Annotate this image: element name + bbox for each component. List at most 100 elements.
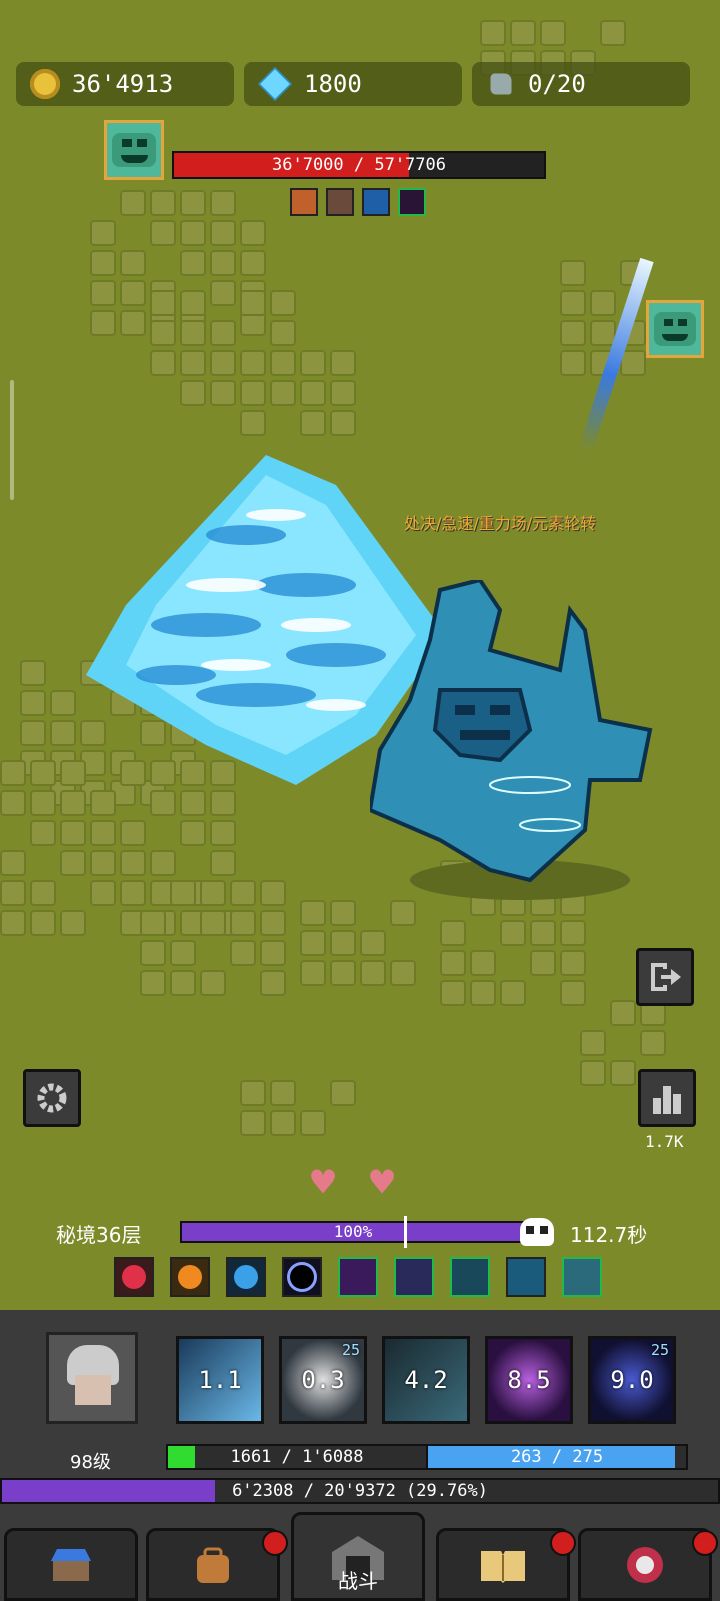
player-mp-bar: 263 / 275 <box>426 1444 688 1470</box>
stone-tile <box>170 880 196 906</box>
stone-tile <box>90 310 116 336</box>
stone-tile <box>210 220 236 246</box>
stats-button[interactable] <box>638 1069 696 1127</box>
stone-tile <box>60 910 86 936</box>
stone-tile <box>170 970 196 996</box>
floor-label: 秘境36层 <box>56 1223 142 1247</box>
skill-slot-4[interactable]: 8.5 <box>485 1336 573 1424</box>
nav-tab-backpack[interactable] <box>146 1528 280 1601</box>
stone-tile <box>580 1060 606 1086</box>
progress-marker <box>404 1216 407 1248</box>
stone-tile <box>270 380 296 406</box>
stone-tile <box>360 930 386 956</box>
stone-tile <box>150 220 176 246</box>
nav-tab-battle[interactable]: 战斗 <box>291 1512 425 1601</box>
stone-tile <box>20 690 46 716</box>
stone-tile <box>260 880 286 906</box>
stone-tile <box>330 960 356 986</box>
ghost-boss[interactable] <box>367 577 660 900</box>
stone-tile <box>90 250 116 276</box>
stone-tile <box>170 940 196 966</box>
stone-tile <box>210 280 236 306</box>
stone-tile <box>560 980 586 1006</box>
enemy-portrait[interactable] <box>646 300 704 358</box>
stone-tile <box>180 790 206 816</box>
exit-button[interactable] <box>636 948 694 1006</box>
bar-chart-icon <box>653 1086 681 1114</box>
stone-tile <box>200 880 226 906</box>
nav-tab-shop[interactable] <box>4 1528 138 1601</box>
stone-tile <box>560 350 586 376</box>
player-level: 98级 <box>70 1452 111 1473</box>
arcane-slash-icon[interactable] <box>338 1257 378 1297</box>
stone-tile <box>230 940 256 966</box>
stone-tile <box>180 380 206 406</box>
water-orb-icon[interactable] <box>226 1257 266 1297</box>
gear-icon <box>37 1083 67 1113</box>
stone-tile <box>150 850 176 876</box>
magic-staff-icon[interactable] <box>394 1257 434 1297</box>
stone-tile <box>90 220 116 246</box>
skull-icon <box>520 1218 554 1246</box>
ore-value: 0/20 <box>528 70 586 98</box>
notification-dot <box>550 1530 576 1556</box>
stone-tile <box>150 350 176 376</box>
stone-tile <box>210 380 236 406</box>
stone-tile <box>150 320 176 346</box>
stone-tile <box>140 910 166 936</box>
ice-spear-icon[interactable] <box>506 1257 546 1297</box>
floor-progress-bar: 100% <box>180 1221 526 1243</box>
stone-tile <box>510 20 536 46</box>
stone-tile <box>300 900 326 926</box>
frost-wave-icon[interactable] <box>450 1257 490 1297</box>
gem-icon <box>258 67 292 101</box>
stone-tile <box>500 980 526 1006</box>
stone-tile <box>600 20 626 46</box>
flame-orb-icon[interactable] <box>170 1257 210 1297</box>
backpack-icon <box>197 1547 229 1583</box>
stone-tile <box>610 1060 636 1086</box>
stone-tile <box>0 850 26 876</box>
floor-progress-text: 100% <box>333 1222 373 1241</box>
stone-tile <box>240 350 266 376</box>
void-buff-icon[interactable] <box>398 188 426 216</box>
stone-tile <box>260 970 286 996</box>
skill-slot-1[interactable]: 1.1 <box>176 1336 264 1424</box>
stone-tile <box>120 850 146 876</box>
boss-portrait[interactable] <box>104 120 164 180</box>
slash-buff-icon[interactable] <box>290 188 318 216</box>
stone-tile <box>240 380 266 406</box>
stone-tile <box>240 290 266 316</box>
skill-slot-2[interactable]: 25 0.3 <box>279 1336 367 1424</box>
stone-tile <box>540 20 566 46</box>
settings-button[interactable] <box>23 1069 81 1127</box>
ice-golem-icon[interactable] <box>562 1257 602 1297</box>
stone-tile <box>580 1030 606 1056</box>
claw-buff-icon[interactable] <box>326 188 354 216</box>
stone-tile <box>210 190 236 216</box>
shop-icon <box>51 1548 91 1581</box>
stone-tile <box>260 910 286 936</box>
stone-tile <box>330 900 356 926</box>
stone-tile <box>30 880 56 906</box>
stone-tile <box>640 1030 666 1056</box>
skill-slot-5[interactable]: 25 9.0 <box>588 1336 676 1424</box>
ore-counter: 0/20 <box>472 62 690 106</box>
skill-slot-3[interactable]: 4.2 <box>382 1336 470 1424</box>
ice-blade-buff-icon[interactable] <box>362 188 390 216</box>
skill-cooldown: 0.3 <box>301 1366 345 1394</box>
boss-hp-text: 36'7000 / 57'7706 <box>272 155 446 175</box>
stone-tile <box>30 820 56 846</box>
stage-timer: 112.7秒 <box>570 1223 648 1247</box>
stone-tile <box>120 880 146 906</box>
stone-tile <box>530 950 556 976</box>
stone-tile <box>120 250 146 276</box>
boss-hp-bar: 36'7000 / 57'7706 <box>172 151 546 179</box>
fire-orb-icon[interactable] <box>114 1257 154 1297</box>
hero-avatar[interactable] <box>46 1332 138 1424</box>
stone-tile <box>60 850 86 876</box>
black-hole-icon[interactable] <box>282 1257 322 1297</box>
scroll-indicator[interactable] <box>10 380 14 500</box>
stone-tile <box>300 410 326 436</box>
stone-tile <box>390 900 416 926</box>
